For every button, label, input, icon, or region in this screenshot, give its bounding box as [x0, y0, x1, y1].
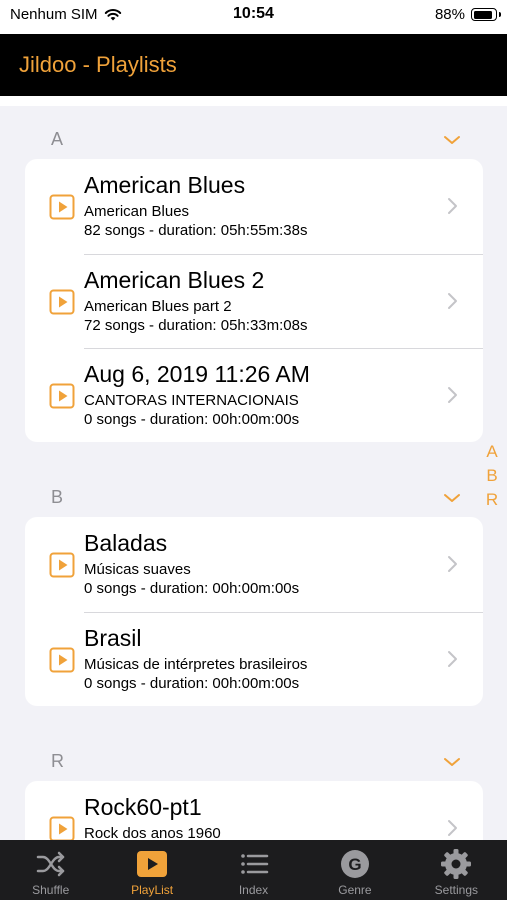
- genre-glyph: G: [348, 855, 361, 874]
- tab-label: Genre: [338, 883, 372, 897]
- tab-genre[interactable]: G Genre: [304, 840, 405, 900]
- carrier-label: Nenhum SIM: [10, 6, 98, 23]
- playlist-row[interactable]: Baladas Músicas suaves 0 songs - duratio…: [25, 517, 483, 612]
- chevron-right-icon[interactable]: [446, 385, 458, 405]
- play-icon[interactable]: [49, 289, 75, 315]
- index-letter-r[interactable]: R: [486, 488, 498, 512]
- chevron-right-icon[interactable]: [446, 196, 458, 216]
- playlist-title: Rock60-pt1: [84, 794, 202, 820]
- shuffle-icon: [36, 851, 64, 877]
- playlist-subtitle: Músicas suaves: [84, 561, 191, 578]
- playlist-meta: 0 songs - duration: 00h:00m:00s: [84, 674, 300, 692]
- playlist-title: American Blues 2: [84, 266, 265, 293]
- index-letter-b[interactable]: B: [486, 464, 497, 488]
- tab-bar: Shuffle PlayList Index G Genre Settings: [0, 840, 507, 900]
- playlist-subtitle: CANTORAS INTERNACIONAIS: [84, 392, 299, 409]
- status-bar: Nenhum SIM 10:54 88%: [0, 0, 507, 34]
- battery-icon: [471, 8, 501, 21]
- playlist-row[interactable]: Aug 6, 2019 11:26 AM CANTORAS INTERNACIO…: [25, 348, 483, 442]
- gear-icon: [441, 849, 472, 879]
- chevron-right-icon[interactable]: [446, 649, 458, 669]
- navigation-bar: Jildoo - Playlists: [0, 34, 507, 96]
- index-list-icon: [240, 854, 268, 874]
- playlist-row[interactable]: Rock60-pt1 Rock dos anos 1960: [25, 781, 483, 840]
- chevron-down-icon[interactable]: [441, 133, 463, 147]
- playlist-meta: 82 songs - duration: 05h:55m:38s: [84, 222, 308, 239]
- playlist-row[interactable]: American Blues American Blues 82 songs -…: [25, 159, 483, 254]
- tab-playlist[interactable]: PlayList: [101, 840, 202, 900]
- section-header-b: B: [51, 487, 64, 507]
- tab-label: Settings: [434, 883, 478, 897]
- section-index-bar[interactable]: A B R: [484, 440, 500, 512]
- playlist-meta: 72 songs - duration: 05h:33m:08s: [84, 316, 308, 334]
- playlist-meta: 0 songs - duration: 00h:00m:00s: [84, 411, 300, 428]
- battery-level: [473, 10, 492, 19]
- play-icon[interactable]: [49, 194, 75, 220]
- page-title: Jildoo - Playlists: [19, 52, 177, 77]
- playlist-row[interactable]: American Blues 2 American Blues part 2 7…: [25, 253, 483, 349]
- play-icon[interactable]: [49, 552, 75, 578]
- tab-shuffle[interactable]: Shuffle: [0, 840, 101, 900]
- tab-label: PlayList: [131, 883, 174, 897]
- section-card-a: American Blues American Blues 82 songs -…: [25, 159, 483, 442]
- play-icon[interactable]: [49, 383, 75, 409]
- playlist-row[interactable]: Brasil Músicas de intérpretes brasileiro…: [25, 611, 483, 707]
- playlist-subtitle: Rock dos anos 1960: [84, 825, 221, 840]
- playlist-icon: [137, 851, 168, 877]
- section-header-a: A: [51, 129, 64, 149]
- index-letter-a[interactable]: A: [486, 440, 497, 464]
- battery-status: 88%: [434, 6, 501, 23]
- tab-label: Shuffle: [32, 883, 70, 897]
- playlist-title: Brasil: [84, 624, 142, 651]
- chevron-down-icon[interactable]: [441, 755, 463, 769]
- carrier-status: Nenhum SIM: [10, 6, 122, 23]
- tab-settings[interactable]: Settings: [406, 840, 507, 900]
- playlist-subtitle: Músicas de intérpretes brasileiros: [84, 655, 308, 673]
- chevron-right-icon[interactable]: [446, 291, 458, 311]
- wifi-icon: [104, 8, 121, 20]
- play-icon[interactable]: [49, 816, 75, 840]
- section-card-b: Baladas Músicas suaves 0 songs - duratio…: [25, 517, 483, 706]
- play-icon[interactable]: [49, 647, 75, 673]
- playlist-title: American Blues: [84, 172, 246, 198]
- battery-percent: 88%: [434, 6, 465, 23]
- tab-label: Index: [238, 883, 269, 897]
- section-card-r: Rock60-pt1 Rock dos anos 1960: [25, 781, 483, 840]
- chevron-right-icon[interactable]: [446, 554, 458, 574]
- chevron-right-icon[interactable]: [446, 818, 458, 838]
- playlist-subtitle: American Blues part 2: [84, 297, 232, 315]
- playlist-title: Baladas: [84, 530, 168, 556]
- playlist-list[interactable]: A American Blues American Blues 82 songs…: [0, 96, 507, 840]
- playlist-subtitle: American Blues: [84, 203, 190, 220]
- genre-icon: G: [340, 850, 369, 878]
- chevron-down-icon[interactable]: [441, 491, 463, 505]
- playlist-title: Aug 6, 2019 11:26 AM: [84, 361, 310, 387]
- tab-index[interactable]: Index: [203, 840, 304, 900]
- section-header-r: R: [51, 751, 64, 771]
- playlist-meta: 0 songs - duration: 00h:00m:00s: [84, 580, 300, 597]
